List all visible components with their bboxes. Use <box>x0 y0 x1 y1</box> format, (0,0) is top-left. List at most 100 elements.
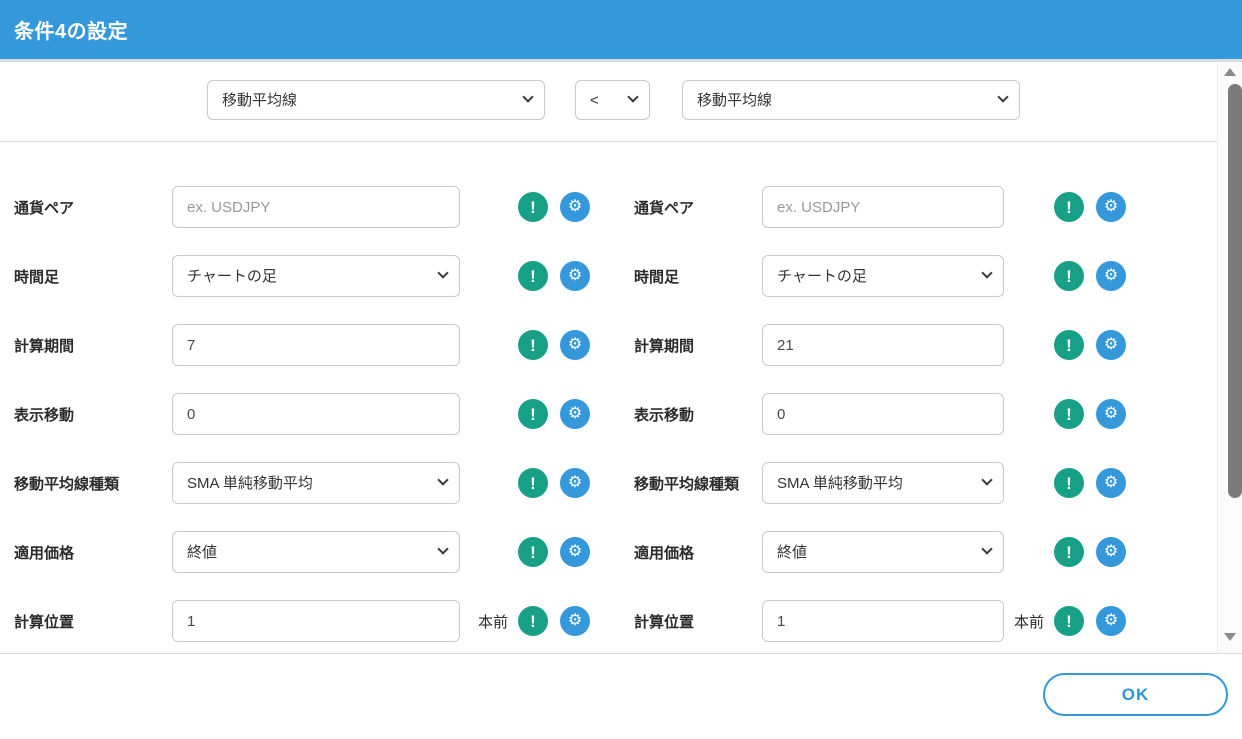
timeframe-select[interactable]: チャートの足 <box>762 255 1004 297</box>
info-button[interactable]: ! <box>518 537 548 567</box>
settings-button[interactable]: ⚙ <box>560 330 590 360</box>
timeframe-label: 時間足 <box>634 268 680 286</box>
shift-input[interactable] <box>172 393 460 435</box>
field-row-applied-price: 適用価格 終値 ! ⚙ <box>14 531 590 573</box>
ok-button[interactable]: OK <box>1043 673 1228 716</box>
shift-label: 表示移動 <box>14 406 75 424</box>
info-button[interactable]: ! <box>518 606 548 636</box>
right-indicator-column: 通貨ペア ! ⚙ 時間足 チャートの足 ! ⚙ 計算期間 ! ⚙ 表示移動 <box>634 186 1126 669</box>
header-divider <box>0 141 1242 142</box>
gear-icon: ⚙ <box>1103 405 1119 422</box>
applied-price-label: 適用価格 <box>634 544 695 562</box>
calc-position-suffix: 本前 <box>477 613 508 631</box>
indicator-right-select[interactable]: 移動平均線 <box>682 80 1020 120</box>
settings-button[interactable]: ⚙ <box>560 192 590 222</box>
field-row-shift: 表示移動 ! ⚙ <box>14 393 590 435</box>
exclamation-icon: ! <box>530 404 536 424</box>
gear-icon: ⚙ <box>567 405 583 422</box>
info-button[interactable]: ! <box>1054 537 1084 567</box>
gear-icon: ⚙ <box>1103 267 1119 284</box>
gear-icon: ⚙ <box>567 612 583 629</box>
exclamation-icon: ! <box>1066 266 1072 286</box>
settings-button[interactable]: ⚙ <box>1096 468 1126 498</box>
indicator-left-select[interactable]: 移動平均線 <box>207 80 545 120</box>
field-row-calc-position: 計算位置 本前 ! ⚙ <box>14 600 590 642</box>
period-label: 計算期間 <box>634 337 695 355</box>
ma-type-select[interactable]: SMA 単純移動平均 <box>762 462 1004 504</box>
field-row-shift: 表示移動 ! ⚙ <box>634 393 1126 435</box>
period-input[interactable] <box>762 324 1004 366</box>
timeframe-label: 時間足 <box>14 268 60 286</box>
applied-price-select[interactable]: 終値 <box>762 531 1004 573</box>
field-row-timeframe: 時間足 チャートの足 ! ⚙ <box>14 255 590 297</box>
info-button[interactable]: ! <box>1054 192 1084 222</box>
scroll-up-icon[interactable] <box>1224 68 1236 76</box>
settings-button[interactable]: ⚙ <box>560 606 590 636</box>
gear-icon: ⚙ <box>567 336 583 353</box>
exclamation-icon: ! <box>530 542 536 562</box>
gear-icon: ⚙ <box>567 474 583 491</box>
info-button[interactable]: ! <box>1054 399 1084 429</box>
calc-position-label: 計算位置 <box>634 613 695 631</box>
left-indicator-column: 通貨ペア ! ⚙ 時間足 チャートの足 ! ⚙ 計算期間 ! ⚙ 表示移動 <box>14 186 590 669</box>
settings-button[interactable]: ⚙ <box>560 537 590 567</box>
settings-button[interactable]: ⚙ <box>1096 330 1126 360</box>
settings-button[interactable]: ⚙ <box>1096 606 1126 636</box>
info-button[interactable]: ! <box>518 261 548 291</box>
settings-button[interactable]: ⚙ <box>1096 537 1126 567</box>
currency-pair-label: 通貨ペア <box>14 199 75 217</box>
currency-pair-input[interactable] <box>172 186 460 228</box>
gear-icon: ⚙ <box>1103 198 1119 215</box>
operator-select[interactable]: < <box>575 80 650 120</box>
calc-position-label: 計算位置 <box>14 613 75 631</box>
exclamation-icon: ! <box>530 335 536 355</box>
field-row-timeframe: 時間足 チャートの足 ! ⚙ <box>634 255 1126 297</box>
exclamation-icon: ! <box>1066 611 1072 631</box>
info-button[interactable]: ! <box>518 192 548 222</box>
field-row-ma-type: 移動平均線種類 SMA 単純移動平均 ! ⚙ <box>634 462 1126 504</box>
exclamation-icon: ! <box>530 473 536 493</box>
timeframe-select[interactable]: チャートの足 <box>172 255 460 297</box>
settings-button[interactable]: ⚙ <box>560 468 590 498</box>
exclamation-icon: ! <box>1066 197 1072 217</box>
scrollbar-thumb[interactable] <box>1228 84 1242 498</box>
gear-icon: ⚙ <box>1103 474 1119 491</box>
currency-pair-input[interactable] <box>762 186 1004 228</box>
applied-price-select[interactable]: 終値 <box>172 531 460 573</box>
shift-input[interactable] <box>762 393 1004 435</box>
exclamation-icon: ! <box>530 197 536 217</box>
settings-button[interactable]: ⚙ <box>560 399 590 429</box>
field-row-currency-pair: 通貨ペア ! ⚙ <box>634 186 1126 228</box>
applied-price-label: 適用価格 <box>14 544 75 562</box>
dialog-title-bar: 条件4の設定 <box>0 0 1242 59</box>
period-input[interactable] <box>172 324 460 366</box>
calc-position-input[interactable] <box>172 600 460 642</box>
info-button[interactable]: ! <box>1054 330 1084 360</box>
settings-button[interactable]: ⚙ <box>1096 192 1126 222</box>
gear-icon: ⚙ <box>567 267 583 284</box>
settings-button[interactable]: ⚙ <box>1096 399 1126 429</box>
gear-icon: ⚙ <box>1103 612 1119 629</box>
footer-divider <box>0 653 1242 654</box>
settings-button[interactable]: ⚙ <box>560 261 590 291</box>
info-button[interactable]: ! <box>1054 468 1084 498</box>
scroll-down-icon[interactable] <box>1224 633 1236 641</box>
gear-icon: ⚙ <box>1103 543 1119 560</box>
info-button[interactable]: ! <box>518 330 548 360</box>
settings-button[interactable]: ⚙ <box>1096 261 1126 291</box>
info-button[interactable]: ! <box>1054 261 1084 291</box>
exclamation-icon: ! <box>1066 542 1072 562</box>
exclamation-icon: ! <box>530 611 536 631</box>
info-button[interactable]: ! <box>1054 606 1084 636</box>
exclamation-icon: ! <box>530 266 536 286</box>
field-row-period: 計算期間 ! ⚙ <box>14 324 590 366</box>
condition-settings-dialog: 条件4の設定 移動平均線 < 移動平均線 通貨ペア ! ⚙ 時間足 <box>0 0 1242 739</box>
info-button[interactable]: ! <box>518 468 548 498</box>
ma-type-select[interactable]: SMA 単純移動平均 <box>172 462 460 504</box>
ma-type-label: 移動平均線種類 <box>634 475 740 493</box>
info-button[interactable]: ! <box>518 399 548 429</box>
calc-position-input[interactable] <box>762 600 1004 642</box>
field-row-calc-position: 計算位置 本前 ! ⚙ <box>634 600 1126 642</box>
titlebar-divider <box>0 59 1242 62</box>
operator-select-wrap: < <box>575 80 650 120</box>
